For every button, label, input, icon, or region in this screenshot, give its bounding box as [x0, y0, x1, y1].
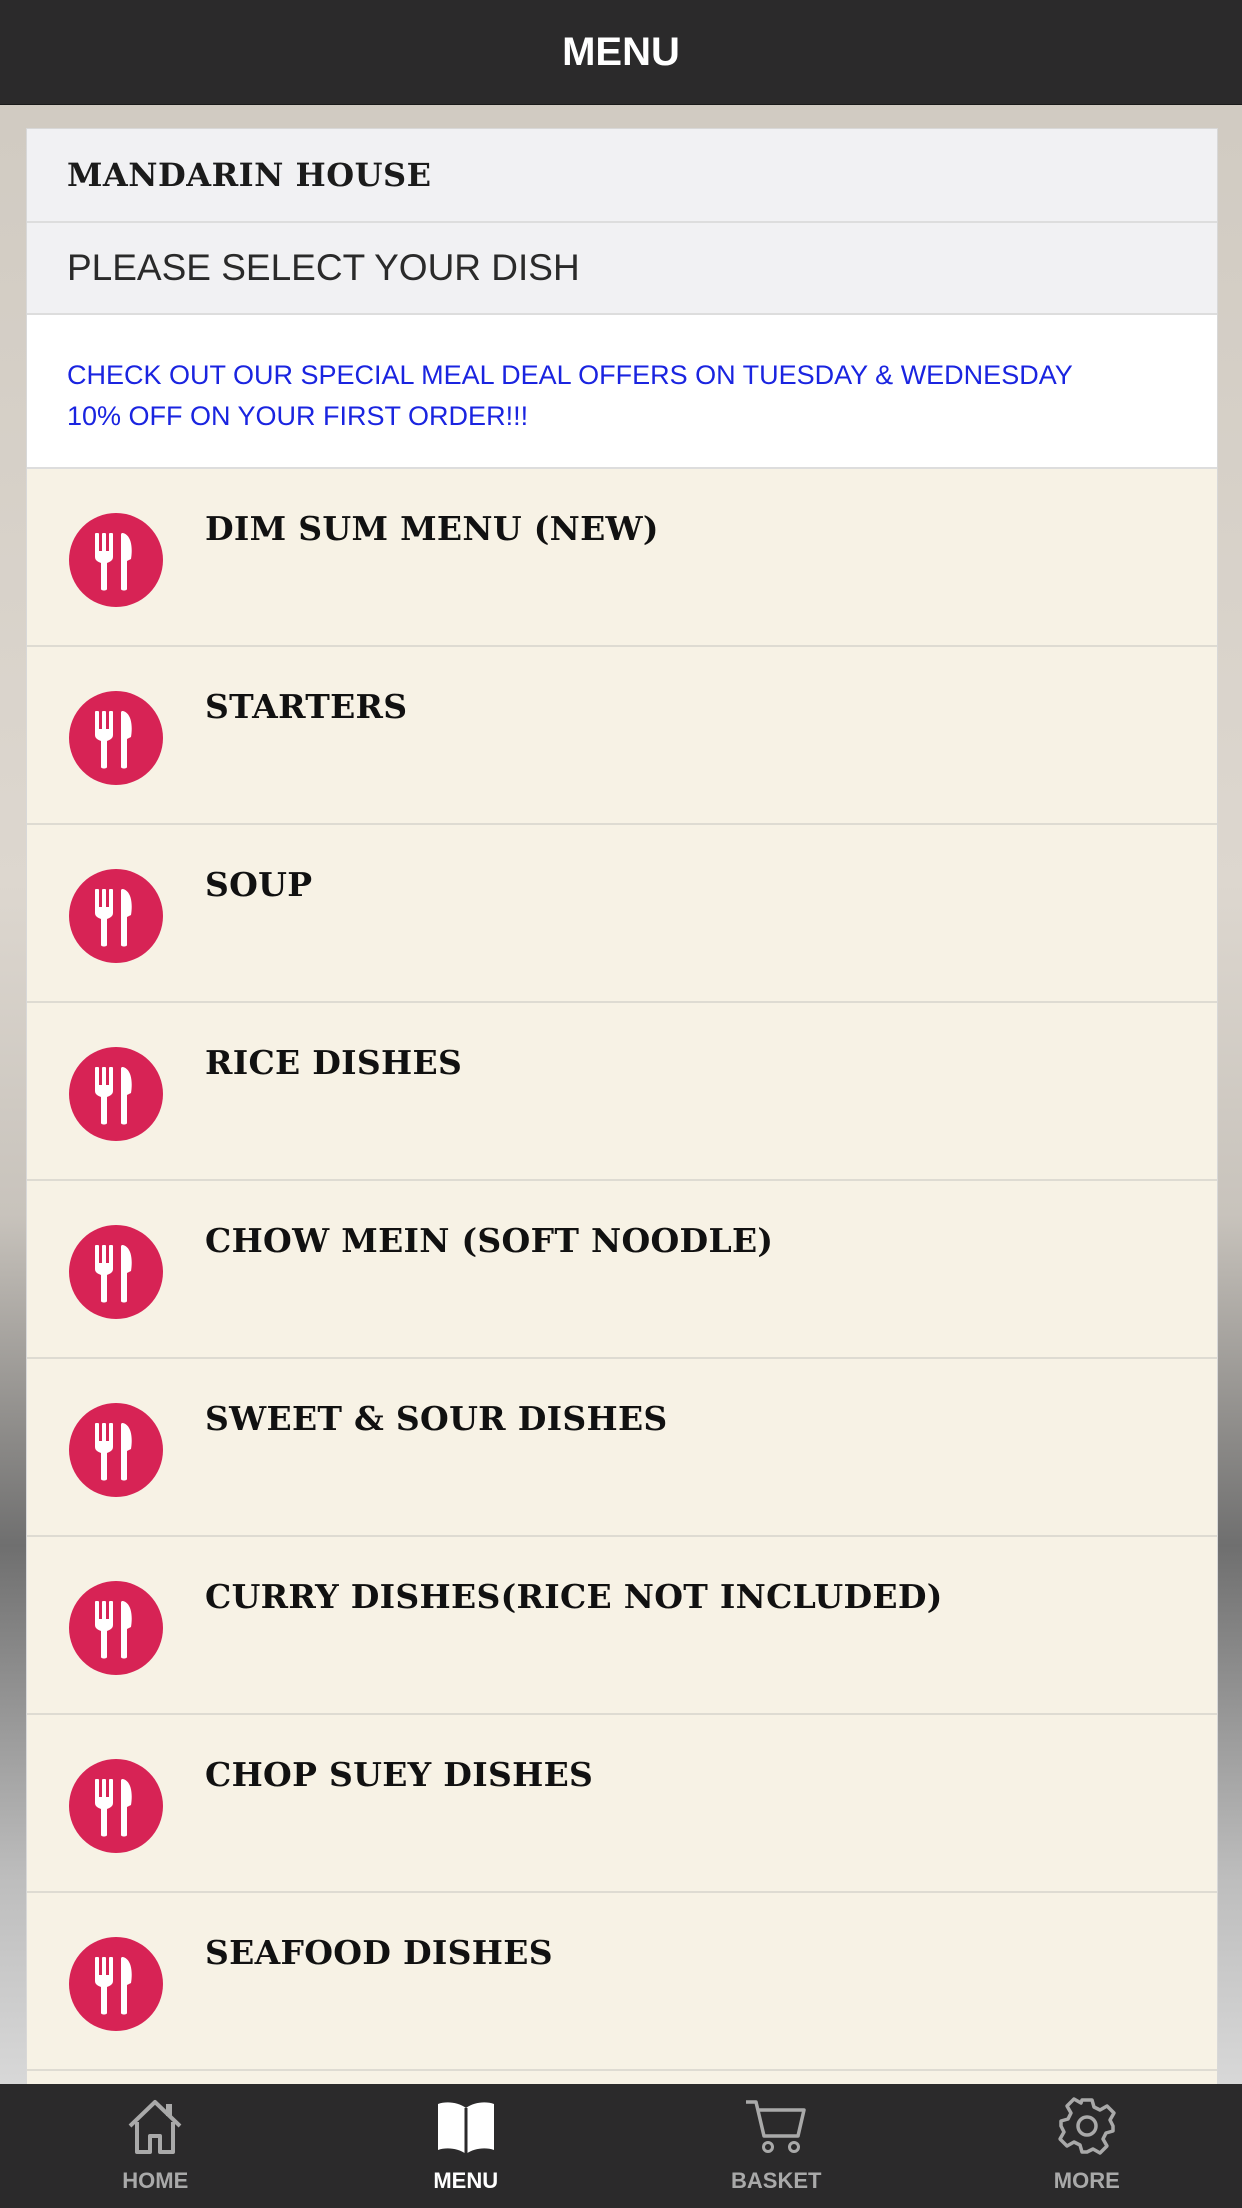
- category-list: DIM SUM MENU (NEW) STARTERS SOUP RICE DI…: [27, 469, 1217, 2071]
- category-label: STARTERS: [205, 687, 408, 726]
- category-label: SOUP: [205, 865, 313, 904]
- select-dish-prompt: PLEASE SELECT YOUR DISH: [27, 223, 1217, 315]
- cutlery-icon: [69, 869, 163, 963]
- category-row[interactable]: SEAFOOD DISHES: [27, 1893, 1217, 2071]
- category-label: CURRY DISHES(RICE NOT INCLUDED): [205, 1577, 943, 1616]
- category-row[interactable]: SWEET & SOUR DISHES: [27, 1359, 1217, 1537]
- cart-icon: [744, 2096, 808, 2168]
- bottom-tab-bar: HOME MENU BASKET MORE: [0, 2084, 1242, 2208]
- offer-line-2: 10% OFF ON YOUR FIRST ORDER!!!: [67, 401, 529, 431]
- page-title: MENU: [562, 29, 680, 74]
- book-icon: [434, 2096, 498, 2168]
- tab-menu[interactable]: MENU: [311, 2084, 622, 2208]
- restaurant-name: MANDARIN HOUSE: [27, 129, 1217, 223]
- category-row[interactable]: STARTERS: [27, 647, 1217, 825]
- cutlery-icon: [69, 691, 163, 785]
- cutlery-icon: [69, 1937, 163, 2031]
- top-bar: MENU: [0, 0, 1242, 105]
- category-row[interactable]: RICE DISHES: [27, 1003, 1217, 1181]
- category-label: CHOP SUEY DISHES: [205, 1755, 594, 1794]
- category-label: DIM SUM MENU (NEW): [205, 509, 659, 548]
- category-row[interactable]: DIM SUM MENU (NEW): [27, 469, 1217, 647]
- cutlery-icon: [69, 1403, 163, 1497]
- tab-more-label: MORE: [1053, 2168, 1120, 2193]
- tab-home[interactable]: HOME: [0, 2084, 311, 2208]
- tab-basket[interactable]: BASKET: [621, 2084, 932, 2208]
- category-row[interactable]: CURRY DISHES(RICE NOT INCLUDED): [27, 1537, 1217, 1715]
- offer-line-1: CHECK OUT OUR SPECIAL MEAL DEAL OFFERS O…: [67, 360, 1073, 390]
- menu-card: MANDARIN HOUSE PLEASE SELECT YOUR DISH C…: [26, 128, 1218, 2086]
- cutlery-icon: [69, 1047, 163, 1141]
- cutlery-icon: [69, 1759, 163, 1853]
- category-row[interactable]: SOUP: [27, 825, 1217, 1003]
- gear-icon: [1056, 2096, 1118, 2168]
- tab-basket-label: BASKET: [731, 2168, 822, 2193]
- tab-more[interactable]: MORE: [932, 2084, 1242, 2208]
- cutlery-icon: [69, 513, 163, 607]
- cutlery-icon: [69, 1581, 163, 1675]
- category-row[interactable]: CHOW MEIN (SOFT NOODLE): [27, 1181, 1217, 1359]
- category-label: SWEET & SOUR DISHES: [205, 1399, 668, 1438]
- category-label: SEAFOOD DISHES: [205, 1933, 553, 1972]
- category-row[interactable]: CHOP SUEY DISHES: [27, 1715, 1217, 1893]
- tab-menu-label: MENU: [433, 2168, 499, 2193]
- category-label: RICE DISHES: [205, 1043, 463, 1082]
- home-icon: [124, 2096, 186, 2168]
- offer-notice: CHECK OUT OUR SPECIAL MEAL DEAL OFFERS O…: [27, 315, 1217, 469]
- tab-home-label: HOME: [122, 2168, 189, 2193]
- cutlery-icon: [69, 1225, 163, 1319]
- category-label: CHOW MEIN (SOFT NOODLE): [205, 1221, 774, 1260]
